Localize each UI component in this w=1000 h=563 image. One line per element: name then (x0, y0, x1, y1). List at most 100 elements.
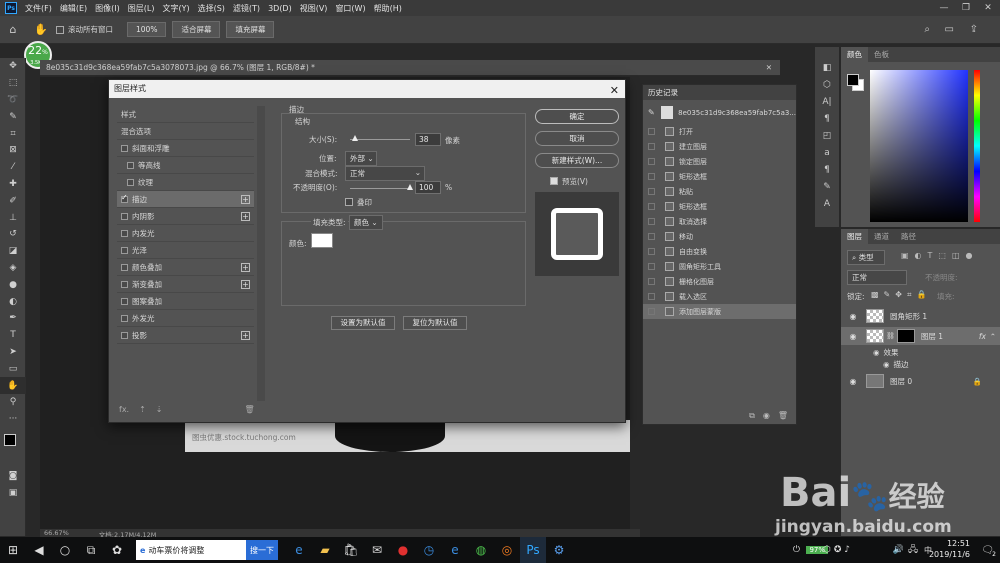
layer-row-layer1[interactable]: ◉ ⛓ 图层 1 fx ⌃ (841, 327, 1000, 345)
pen-tool-icon[interactable]: ✒ (0, 310, 26, 327)
history-state[interactable]: 取消选择 (643, 214, 796, 229)
lasso-tool-icon[interactable]: ➰ (0, 92, 26, 109)
file-explorer-icon[interactable]: ▰ (312, 537, 338, 563)
style-checkbox[interactable] (121, 144, 128, 152)
new-document-from-state-icon[interactable]: ⧉ (749, 411, 755, 421)
hue-slider[interactable] (974, 70, 980, 222)
size-slider-thumb[interactable] (351, 135, 358, 141)
layer-fx-badge[interactable]: fx (979, 332, 986, 341)
3d-icon[interactable]: ⬡ (815, 76, 839, 93)
collapse-effects-icon[interactable]: ⌃ (990, 332, 996, 341)
history-state[interactable]: 锁定图层 (643, 154, 796, 169)
history-source-checkbox[interactable] (648, 218, 655, 225)
style-checkbox[interactable] (127, 178, 134, 186)
add-effect-instance-icon[interactable]: + (241, 262, 250, 272)
cancel-button[interactable]: 取消 (535, 131, 619, 146)
stamp-tool-icon[interactable]: ⊥ (0, 209, 26, 226)
screen-mode-icon[interactable]: ▣ (0, 484, 26, 501)
eyedropper-tool-icon[interactable]: ⁄ (0, 159, 26, 176)
delete-effect-icon[interactable]: 🗑 (245, 405, 255, 414)
eye-icon[interactable]: ◉ (846, 332, 860, 341)
menu-image[interactable]: 图像(I) (95, 3, 120, 14)
style-checkbox[interactable] (121, 246, 128, 254)
style-list-item[interactable]: 投影 + (117, 327, 254, 344)
task-view-icon[interactable]: ⧉ (78, 537, 104, 563)
size-input[interactable]: 38 (415, 133, 441, 146)
layer-effect-stroke-row[interactable]: ◉ 描边 (841, 358, 1000, 370)
scroll-all-checkbox[interactable] (56, 25, 64, 34)
restore-icon[interactable]: ❐ (960, 2, 972, 14)
history-source-checkbox[interactable] (648, 248, 655, 255)
history-source-checkbox[interactable] (648, 158, 655, 165)
style-checkbox[interactable] (121, 212, 128, 220)
style-checkbox[interactable] (121, 297, 128, 305)
glyphs-icon[interactable]: ◰ (815, 127, 839, 144)
history-brush-tool-icon[interactable]: ↺ (0, 226, 26, 243)
firefox-icon[interactable]: ◎ (494, 537, 520, 563)
history-source-checkbox[interactable] (648, 308, 655, 315)
layer-filter-icons[interactable]: ▣◐T⬚◫● (901, 251, 979, 260)
document-tab[interactable]: 8e035c31d9c368ea59fab7c5a3078073.jpg @ 6… (40, 60, 780, 76)
history-source-checkbox[interactable] (648, 263, 655, 270)
dialog-titlebar[interactable]: 图层样式 ✕ (109, 80, 625, 98)
pinwheel-app-icon[interactable]: ✿ (104, 537, 130, 563)
menu-select[interactable]: 选择(S) (198, 3, 225, 14)
dodge-tool-icon[interactable]: ◐ (0, 293, 26, 310)
style-list-item[interactable]: 外发光 (117, 310, 254, 327)
style-list-item[interactable]: 光泽 (117, 242, 254, 259)
volume-icon[interactable]: 🔊 (893, 545, 904, 555)
home-icon[interactable]: ⌂ (0, 23, 26, 36)
mail-icon[interactable]: ✉ (364, 537, 390, 563)
color-foreground-swatch[interactable] (847, 74, 859, 86)
set-default-button[interactable]: 设置为默认值 (331, 316, 395, 330)
history-source-checkbox[interactable] (648, 188, 655, 195)
color-picker-field[interactable] (870, 70, 968, 222)
menu-type[interactable]: 文字(Y) (162, 3, 189, 14)
eye-icon[interactable]: ◉ (846, 377, 860, 386)
cortana-icon[interactable]: ○ (52, 537, 78, 563)
history-state[interactable]: 载入选区 (643, 289, 796, 304)
style-list-item[interactable]: 斜面和浮雕 (117, 140, 254, 157)
zoom-tool-icon[interactable]: ⚲ (0, 394, 26, 411)
history-state[interactable]: 自由变换 (643, 244, 796, 259)
style-list-item[interactable]: 等高线 (117, 157, 254, 174)
history-source-checkbox[interactable] (648, 173, 655, 180)
dialog-close-icon[interactable]: ✕ (610, 82, 619, 100)
layer-effects-row[interactable]: ◉ 效果 (841, 346, 1000, 358)
eye-icon[interactable]: ◉ (883, 360, 890, 369)
history-state[interactable]: 粘贴 (643, 184, 796, 199)
close-icon[interactable]: ✕ (982, 2, 994, 14)
frame-tool-icon[interactable]: ⊠ (0, 142, 26, 159)
style-checkbox[interactable] (121, 229, 128, 237)
history-source-checkbox[interactable] (648, 278, 655, 285)
menu-view[interactable]: 视图(V) (300, 3, 328, 14)
new-style-button[interactable]: 新建样式(W)... (535, 153, 619, 168)
back-icon[interactable]: ◀ (26, 537, 52, 563)
size-slider[interactable] (350, 139, 410, 140)
menu-filter[interactable]: 滤镜(T) (233, 3, 260, 14)
share-icon[interactable]: ⇪ (970, 24, 978, 35)
style-list-item[interactable]: 纹理 (117, 174, 254, 191)
menu-layer[interactable]: 图层(L) (128, 3, 155, 14)
clock-app-icon[interactable]: ◷ (416, 537, 442, 563)
style-checkbox[interactable] (121, 314, 128, 322)
power-plug-icon[interactable]: ⏻ (793, 545, 800, 555)
opacity-slider[interactable] (350, 188, 410, 189)
color-swatches[interactable] (0, 428, 26, 468)
history-state[interactable]: 栅格化图层 (643, 274, 796, 289)
ie-icon[interactable]: e (442, 537, 468, 563)
layer-row-rounded-rect[interactable]: ◉ 圆角矩形 1 (841, 307, 1000, 325)
move-up-icon[interactable]: ⇡ (139, 405, 146, 414)
add-effect-instance-icon[interactable]: + (241, 211, 250, 221)
style-list-item[interactable]: 描边 + (117, 191, 254, 208)
style-checkbox[interactable] (127, 161, 134, 169)
history-snapshot[interactable]: ✎ 8e035c31d9c368ea59fab7c5a3... (643, 105, 796, 120)
history-state[interactable]: 移动 (643, 229, 796, 244)
foreground-color-swatch[interactable] (4, 433, 16, 446)
style-list-item[interactable]: 内阴影 + (117, 208, 254, 225)
document-close-icon[interactable]: ✕ (766, 63, 772, 72)
zoom-100-button[interactable]: 100% (127, 22, 167, 37)
brush-tool-icon[interactable]: ✐ (0, 192, 26, 209)
tab-color[interactable]: 颜色 (841, 47, 868, 62)
paragraph-styles-icon[interactable]: ¶ (815, 161, 839, 178)
